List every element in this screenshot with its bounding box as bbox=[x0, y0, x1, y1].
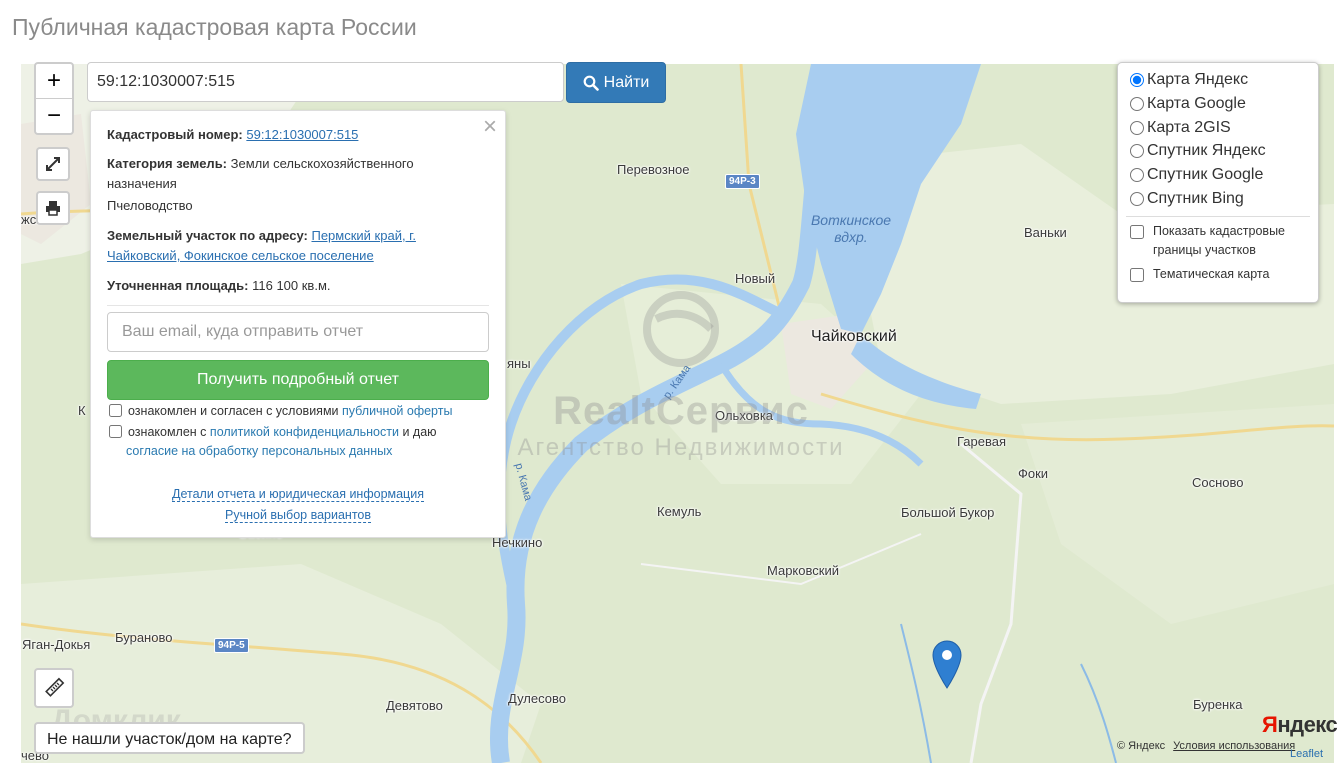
get-report-button[interactable]: Получить подробный отчет bbox=[107, 360, 489, 400]
privacy-policy-link[interactable]: политикой конфиденциальности bbox=[210, 425, 399, 439]
layer-option-label: Спутник Google bbox=[1147, 166, 1264, 183]
layer-option-yandex-satellite[interactable]: Спутник Яндекс bbox=[1130, 142, 1266, 160]
layers-control: Карта Яндекс Карта Google Карта 2GIS Спу… bbox=[1117, 62, 1319, 303]
address-label: Земельный участок по адресу: bbox=[107, 228, 308, 243]
offer-consent-text: ознакомлен и согласен с условиями bbox=[128, 404, 339, 418]
place-label: Дулесово bbox=[508, 691, 566, 706]
details-link-row: Детали отчета и юридическая информация bbox=[91, 487, 505, 502]
parcel-info-popup: × Кадастровый номер: 59:12:1030007:515 К… bbox=[90, 110, 506, 538]
land-category-row: Категория земель: Земли сельскохозяйстве… bbox=[107, 154, 487, 194]
offer-consent[interactable]: ознакомлен и согласен с условиями публич… bbox=[107, 402, 487, 421]
place-label: Перевозное bbox=[617, 162, 690, 177]
place-label: Девятово bbox=[386, 698, 443, 713]
manual-link-row: Ручной выбор вариантов bbox=[91, 508, 505, 523]
email-field[interactable] bbox=[107, 312, 489, 352]
overlay-thematic-map[interactable]: Тематическая карта bbox=[1130, 265, 1310, 284]
fullscreen-icon bbox=[46, 157, 60, 171]
layer-radio[interactable] bbox=[1130, 73, 1144, 87]
cadastral-search-input[interactable] bbox=[87, 62, 564, 102]
overlay-checkbox[interactable] bbox=[1130, 268, 1144, 282]
overlay-label: Тематическая карта bbox=[1153, 267, 1270, 281]
place-label: Марковский bbox=[767, 563, 839, 578]
layer-radio[interactable] bbox=[1130, 144, 1144, 158]
yandex-logo-rest: ндекс bbox=[1277, 712, 1338, 737]
overlay-checkbox[interactable] bbox=[1130, 225, 1144, 239]
public-offer-link[interactable]: публичной оферты bbox=[342, 404, 452, 418]
place-label: яны bbox=[507, 356, 531, 371]
search-icon bbox=[583, 75, 599, 91]
place-label: Сосново bbox=[1192, 475, 1244, 490]
personal-data-link[interactable]: согласие на обработку персональных данны… bbox=[126, 444, 392, 458]
zoom-out-button[interactable]: − bbox=[36, 98, 72, 133]
privacy-consent-text-b: и даю bbox=[402, 425, 437, 439]
layer-radio[interactable] bbox=[1130, 192, 1144, 206]
copyright-text: © Яндекс bbox=[1117, 740, 1166, 752]
layer-radio[interactable] bbox=[1130, 97, 1144, 111]
layer-option-google-map[interactable]: Карта Google bbox=[1130, 95, 1246, 113]
divider bbox=[1126, 216, 1310, 217]
measure-button[interactable] bbox=[34, 668, 74, 708]
land-category-label: Категория земель: bbox=[107, 156, 228, 171]
terms-link[interactable]: Условия использования bbox=[1173, 740, 1295, 752]
place-label: Буренка bbox=[1193, 697, 1243, 712]
overlay-label: Показать кадастровые границы участков bbox=[1153, 224, 1286, 257]
layer-option-bing-satellite[interactable]: Спутник Bing bbox=[1130, 190, 1244, 208]
place-label: Новый bbox=[735, 271, 776, 286]
place-label: Ваньки bbox=[1024, 225, 1067, 240]
report-details-link[interactable]: Детали отчета и юридическая информация bbox=[172, 487, 424, 502]
area-row: Уточненная площадь: 116 100 кв.м. bbox=[107, 276, 487, 296]
layer-option-label: Спутник Яндекс bbox=[1147, 142, 1266, 159]
place-label: Чайковский bbox=[811, 328, 897, 345]
land-use-value: Пчеловодство bbox=[107, 198, 193, 213]
layer-radio[interactable] bbox=[1130, 168, 1144, 182]
place-label: Гаревая bbox=[957, 434, 1007, 449]
layer-option-yandex-map[interactable]: Карта Яндекс bbox=[1130, 71, 1248, 89]
not-found-button[interactable]: Не нашли участок/дом на карте? bbox=[34, 722, 305, 754]
place-label: Фоки bbox=[1018, 466, 1049, 481]
lake-label: Воткинское вдхр. bbox=[810, 212, 892, 245]
layer-option-google-satellite[interactable]: Спутник Google bbox=[1130, 166, 1263, 184]
privacy-consent-checkbox[interactable] bbox=[109, 425, 122, 438]
area-value: 116 100 кв.м. bbox=[252, 278, 331, 293]
map-pin-icon[interactable] bbox=[931, 639, 963, 689]
place-label: Большой Букор bbox=[901, 505, 995, 520]
place-label: Кемуль bbox=[657, 504, 702, 519]
layer-option-2gis-map[interactable]: Карта 2GIS bbox=[1130, 119, 1231, 137]
yandex-logo-prefix: Я bbox=[1262, 712, 1278, 737]
cadastral-number-label: Кадастровый номер: bbox=[107, 127, 243, 142]
privacy-consent-text-a: ознакомлен с bbox=[128, 425, 207, 439]
cadastral-number-row: Кадастровый номер: 59:12:1030007:515 bbox=[107, 125, 487, 145]
place-label: Бураново bbox=[115, 630, 173, 645]
area-label: Уточненная площадь: bbox=[107, 278, 249, 293]
address-row: Земельный участок по адресу: Пермский кр… bbox=[107, 226, 487, 266]
zoom-control: + − bbox=[34, 62, 74, 135]
fullscreen-button[interactable] bbox=[36, 147, 70, 181]
road-badge: 94Р-3 bbox=[725, 174, 760, 189]
cadastral-number-link[interactable]: 59:12:1030007:515 bbox=[246, 127, 358, 142]
map-attribution: © Яндекс Условия использования bbox=[1117, 740, 1295, 752]
print-icon bbox=[46, 201, 60, 216]
place-label: Ольховка bbox=[715, 408, 774, 423]
road-badge: 94Р-5 bbox=[214, 638, 249, 653]
layer-option-label: Карта 2GIS bbox=[1147, 119, 1231, 136]
place-label: К bbox=[78, 403, 86, 418]
layer-radio[interactable] bbox=[1130, 121, 1144, 135]
print-button[interactable] bbox=[36, 191, 70, 225]
place-label: Яган-Докья bbox=[22, 637, 91, 652]
overlay-cadastral-borders[interactable]: Показать кадастровые границы участков bbox=[1130, 222, 1310, 260]
divider bbox=[107, 305, 489, 306]
search-button[interactable]: Найти bbox=[566, 62, 666, 103]
privacy-consent[interactable]: ознакомлен с политикой конфиденциальност… bbox=[107, 423, 487, 461]
offer-consent-checkbox[interactable] bbox=[109, 404, 122, 417]
zoom-in-button[interactable]: + bbox=[36, 64, 72, 98]
yandex-logo: Яндекс bbox=[1262, 712, 1338, 738]
leaflet-link[interactable]: Leaflet bbox=[1290, 748, 1323, 760]
ruler-icon bbox=[45, 677, 65, 697]
layer-option-label: Спутник Bing bbox=[1147, 190, 1244, 207]
layer-option-label: Карта Google bbox=[1147, 95, 1246, 112]
page-title: Публичная кадастровая карта России bbox=[12, 14, 417, 40]
manual-selection-link[interactable]: Ручной выбор вариантов bbox=[225, 508, 371, 523]
search-button-label: Найти bbox=[603, 73, 650, 91]
layer-option-label: Карта Яндекс bbox=[1147, 71, 1249, 88]
